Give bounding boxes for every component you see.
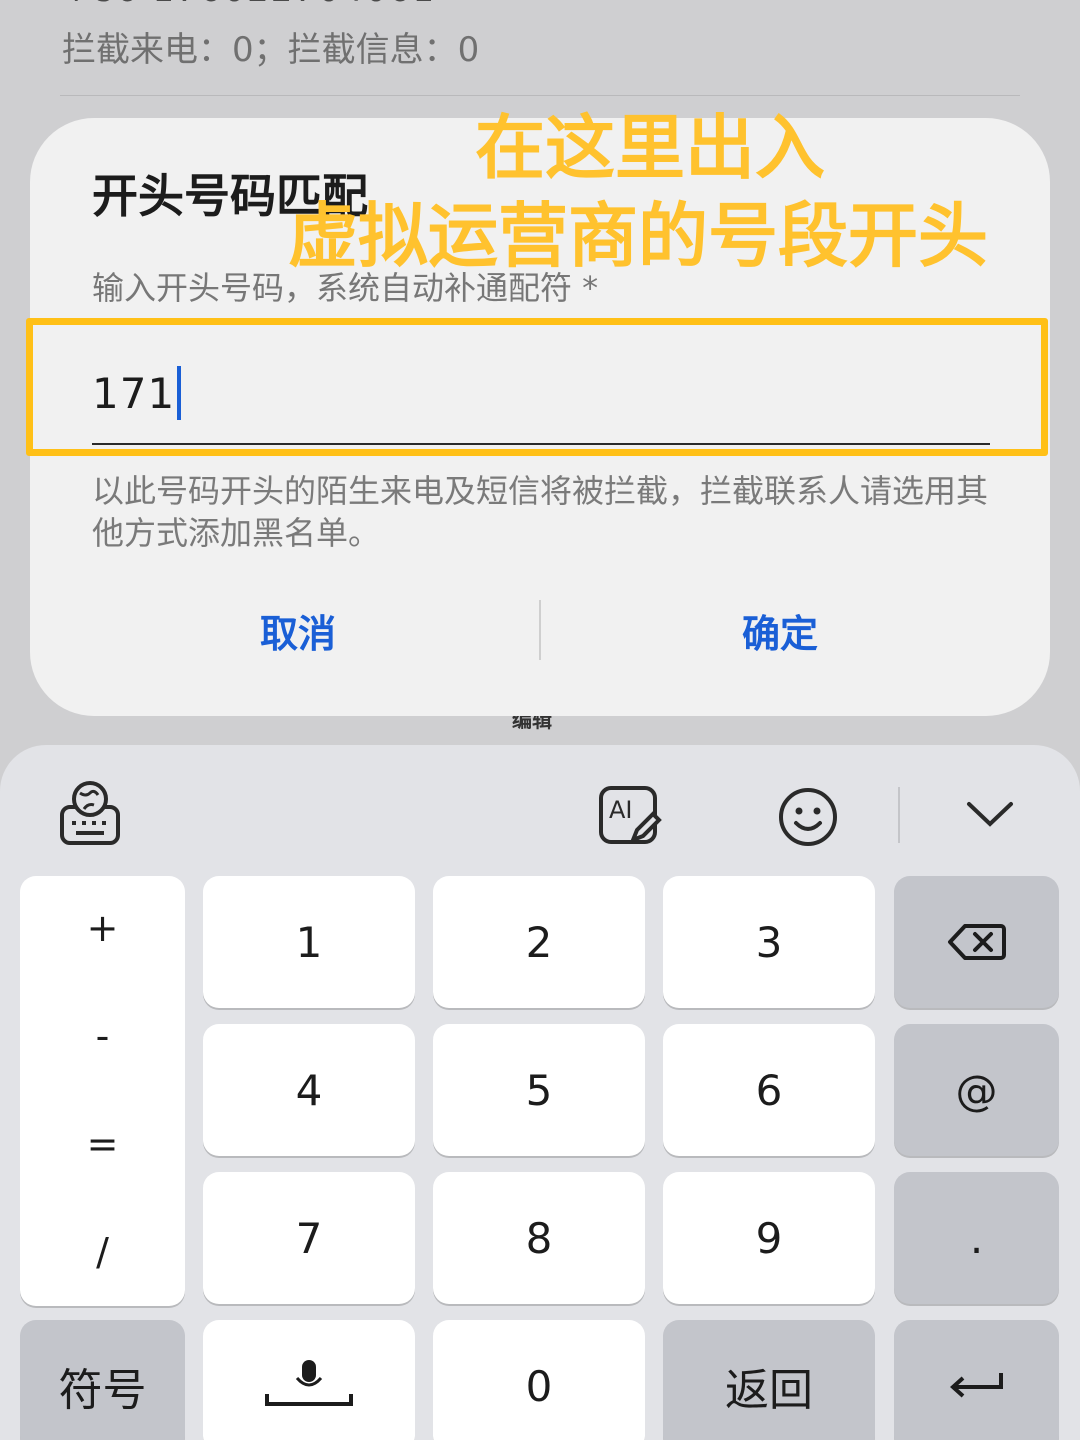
- emoji-icon[interactable]: [776, 785, 840, 849]
- key-6[interactable]: 6: [663, 1024, 875, 1156]
- dialog-hint: 以此号码开头的陌生来电及短信将被拦截，拦截联系人请选用其他方式添加黑名单。: [92, 472, 989, 552]
- key-at[interactable]: @: [894, 1024, 1059, 1156]
- backspace-key[interactable]: [894, 876, 1059, 1008]
- symbol-key[interactable]: 符号: [20, 1320, 185, 1440]
- backspace-icon: [947, 924, 1006, 960]
- key-2[interactable]: 2: [433, 876, 645, 1008]
- key-minus[interactable]: -: [20, 1006, 185, 1066]
- enter-key[interactable]: [894, 1320, 1059, 1440]
- enter-icon: [949, 1373, 1003, 1398]
- globe-keyboard-icon[interactable]: [55, 777, 125, 849]
- symbol-column: + - = /: [20, 876, 185, 1306]
- chevron-down-icon[interactable]: [960, 793, 1020, 833]
- annotation-text-line2: 虚拟运营商的号段开头: [288, 195, 988, 277]
- key-3[interactable]: 3: [663, 876, 875, 1008]
- confirm-button[interactable]: 确定: [590, 590, 970, 670]
- microphone-space-icon: [265, 1360, 353, 1406]
- key-slash[interactable]: /: [20, 1222, 185, 1282]
- key-plus[interactable]: +: [20, 898, 185, 958]
- back-key[interactable]: 返回: [663, 1320, 875, 1440]
- annotation-text-line1: 在这里出入: [475, 107, 825, 189]
- cancel-button[interactable]: 取消: [108, 590, 488, 670]
- svg-text:AI: AI: [609, 796, 633, 824]
- key-dot[interactable]: .: [894, 1172, 1059, 1304]
- numeric-keyboard: AI + - = / 1 2 3 4 5 6 @ 7 8 9 . 符号 0 返回: [0, 745, 1080, 1440]
- key-equals[interactable]: =: [20, 1114, 185, 1174]
- background-block-stats: 拦截来电：0；拦截信息：0: [62, 30, 480, 70]
- key-7[interactable]: 7: [203, 1172, 415, 1304]
- key-0[interactable]: 0: [433, 1320, 645, 1440]
- key-8[interactable]: 8: [433, 1172, 645, 1304]
- annotation-highlight-box: [26, 318, 1048, 456]
- toolbar-divider: [898, 787, 900, 843]
- key-5[interactable]: 5: [433, 1024, 645, 1156]
- button-divider: [539, 600, 541, 660]
- key-9[interactable]: 9: [663, 1172, 875, 1304]
- key-1[interactable]: 1: [203, 876, 415, 1008]
- ai-edit-icon[interactable]: AI: [596, 783, 664, 849]
- voice-space-key[interactable]: [203, 1320, 415, 1440]
- background-phone-number: +86 176022704061: [62, 0, 436, 10]
- key-4[interactable]: 4: [203, 1024, 415, 1156]
